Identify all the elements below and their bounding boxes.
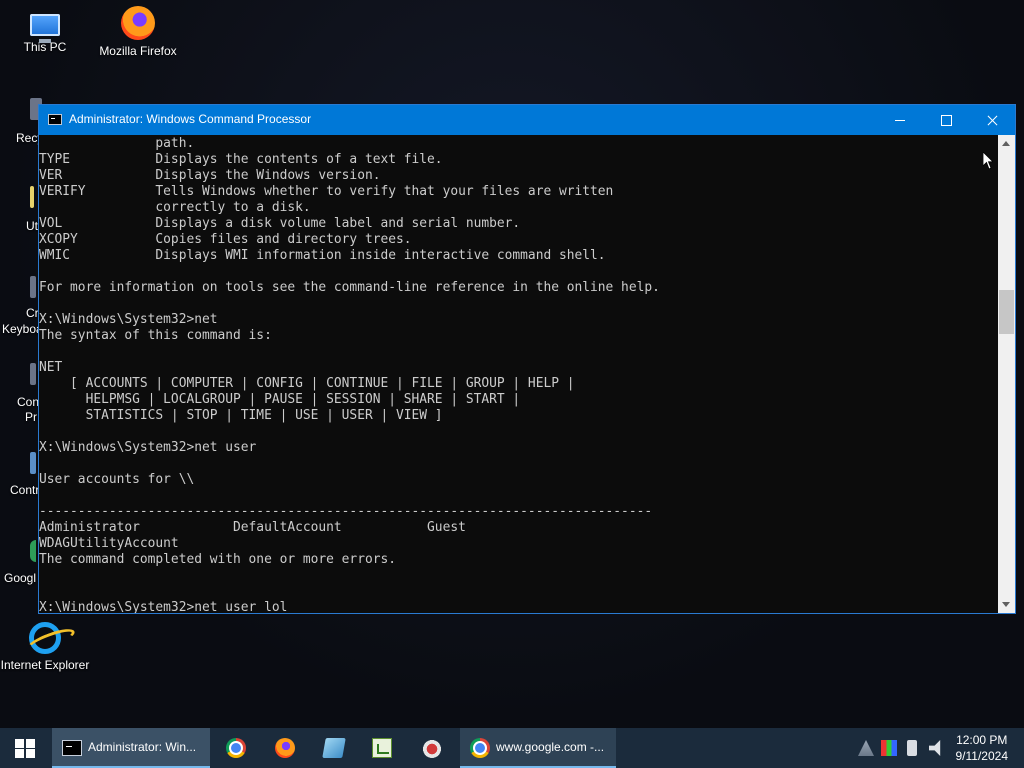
command-prompt-window[interactable]: Administrator: Windows Command Processor… <box>38 104 1016 614</box>
minimize-button[interactable] <box>877 105 923 135</box>
control-icon[interactable] <box>30 452 36 474</box>
console-line: [ ACCOUNTS | COMPUTER | CONFIG | CONTINU… <box>39 376 575 391</box>
console-line: X:\Windows\System32>net user <box>39 440 257 455</box>
window-title: Administrator: Windows Command Processor <box>69 112 312 126</box>
desktop-icon-partial-label: Con <box>17 395 40 409</box>
keyboard-icon[interactable] <box>30 276 36 298</box>
taskbar: Administrator: Win... www.google.com -..… <box>0 728 1024 768</box>
windows-logo-pane <box>26 739 35 748</box>
desktop-icon-partial-label: Ut <box>26 219 38 233</box>
console-line: path. <box>39 136 195 151</box>
console-line: correctly to a disk. <box>39 200 311 215</box>
scroll-down-arrow-icon[interactable] <box>998 596 1015 613</box>
console-line: STATISTICS | STOP | TIME | USE | USER | … <box>39 408 443 423</box>
desktop-icon-internet-explorer[interactable]: Internet Explorer <box>0 622 90 672</box>
utility-app-icon[interactable] <box>422 738 442 758</box>
desktop-icon-label: Internet Explorer <box>0 658 90 672</box>
desktop-icon-this-pc[interactable]: This PC <box>0 8 90 54</box>
console-line: The syntax of this command is: <box>39 328 272 343</box>
spreadsheet-app-icon[interactable] <box>372 738 392 758</box>
chrome-icon[interactable] <box>226 738 246 758</box>
taskbar-item-label: Administrator: Win... <box>88 740 197 754</box>
scrollbar-thumb[interactable] <box>999 290 1014 334</box>
usb-device-icon[interactable] <box>907 740 917 756</box>
console-output[interactable]: path. TYPE Displays the contents of a tex… <box>39 135 999 613</box>
network-icon[interactable] <box>858 740 874 756</box>
mouse-pointer-icon <box>983 152 993 170</box>
console-line: VER Displays the Windows version. <box>39 168 381 183</box>
desktop-icon-partial-label: Googl <box>4 571 37 585</box>
console-line: WDAGUtilityAccount <box>39 536 179 551</box>
taskbar-item-chrome-google[interactable]: www.google.com -... <box>460 728 616 768</box>
clock-time: 12:00 PM <box>956 733 1008 747</box>
firefox-icon[interactable] <box>275 738 295 758</box>
start-button[interactable] <box>0 728 50 768</box>
desktop-icon-partial-label: Keyboa <box>2 322 43 336</box>
clock-date: 9/11/2024 <box>955 749 1009 763</box>
console-line: TYPE Displays the contents of a text fil… <box>39 152 443 167</box>
console-line: NET <box>39 360 63 375</box>
cmd-icon <box>62 740 82 756</box>
google-chrome-icon[interactable] <box>30 540 36 562</box>
cmd-icon <box>48 114 62 125</box>
volume-muted-icon[interactable] <box>929 740 941 756</box>
console-line: The command completed with one or more e… <box>39 552 396 567</box>
maximize-button[interactable] <box>923 105 969 135</box>
internet-explorer-icon <box>29 622 61 654</box>
console-line: User accounts for \\ <box>39 472 195 487</box>
desktop-icon-label: Mozilla Firefox <box>99 44 177 58</box>
chrome-icon <box>470 738 490 758</box>
console-line: X:\Windows\System32>net user lol <box>39 600 288 613</box>
desktop-icon-partial-label: Pr <box>25 410 37 424</box>
desktop-icon-partial-label: Cr <box>26 306 39 320</box>
close-button[interactable] <box>969 105 1015 135</box>
control-panel-icon[interactable] <box>30 363 36 385</box>
windows-logo-pane <box>15 749 24 758</box>
console-line: HELPMSG | LOCALGROUP | PAUSE | SESSION |… <box>39 392 521 407</box>
scroll-up-arrow-icon[interactable] <box>998 135 1015 152</box>
system-clock[interactable]: 12:00 PM 9/11/2024 <box>956 732 1009 764</box>
console-line: X:\Windows\System32>net <box>39 312 218 327</box>
window-titlebar[interactable]: Administrator: Windows Command Processor <box>39 105 1015 135</box>
console-line: For more information on tools see the co… <box>39 280 660 295</box>
vertical-scrollbar[interactable] <box>998 135 1015 613</box>
console-line: ----------------------------------------… <box>39 504 653 519</box>
console-line: WMIC Displays WMI information inside int… <box>39 248 606 263</box>
taskbar-item-label: www.google.com -... <box>496 740 605 754</box>
firefox-icon <box>121 6 155 40</box>
console-line: VERIFY Tells Windows whether to verify t… <box>39 184 614 199</box>
folder-icon[interactable] <box>30 186 34 208</box>
computer-icon <box>30 14 60 43</box>
windows-logo-icon <box>15 739 24 748</box>
display-color-icon[interactable] <box>881 740 897 756</box>
console-line: VOL Displays a disk volume label and ser… <box>39 216 521 231</box>
console-line: Administrator DefaultAccount Guest <box>39 520 466 535</box>
desktop-icon-firefox[interactable]: Mozilla Firefox <box>93 6 183 58</box>
desktop-icon-partial-label: Contr <box>10 483 40 497</box>
console-line: XCOPY Copies files and directory trees. <box>39 232 412 247</box>
notes-app-icon[interactable] <box>322 738 346 758</box>
taskbar-item-command-prompt[interactable]: Administrator: Win... <box>52 728 210 768</box>
windows-logo-pane <box>26 749 35 758</box>
